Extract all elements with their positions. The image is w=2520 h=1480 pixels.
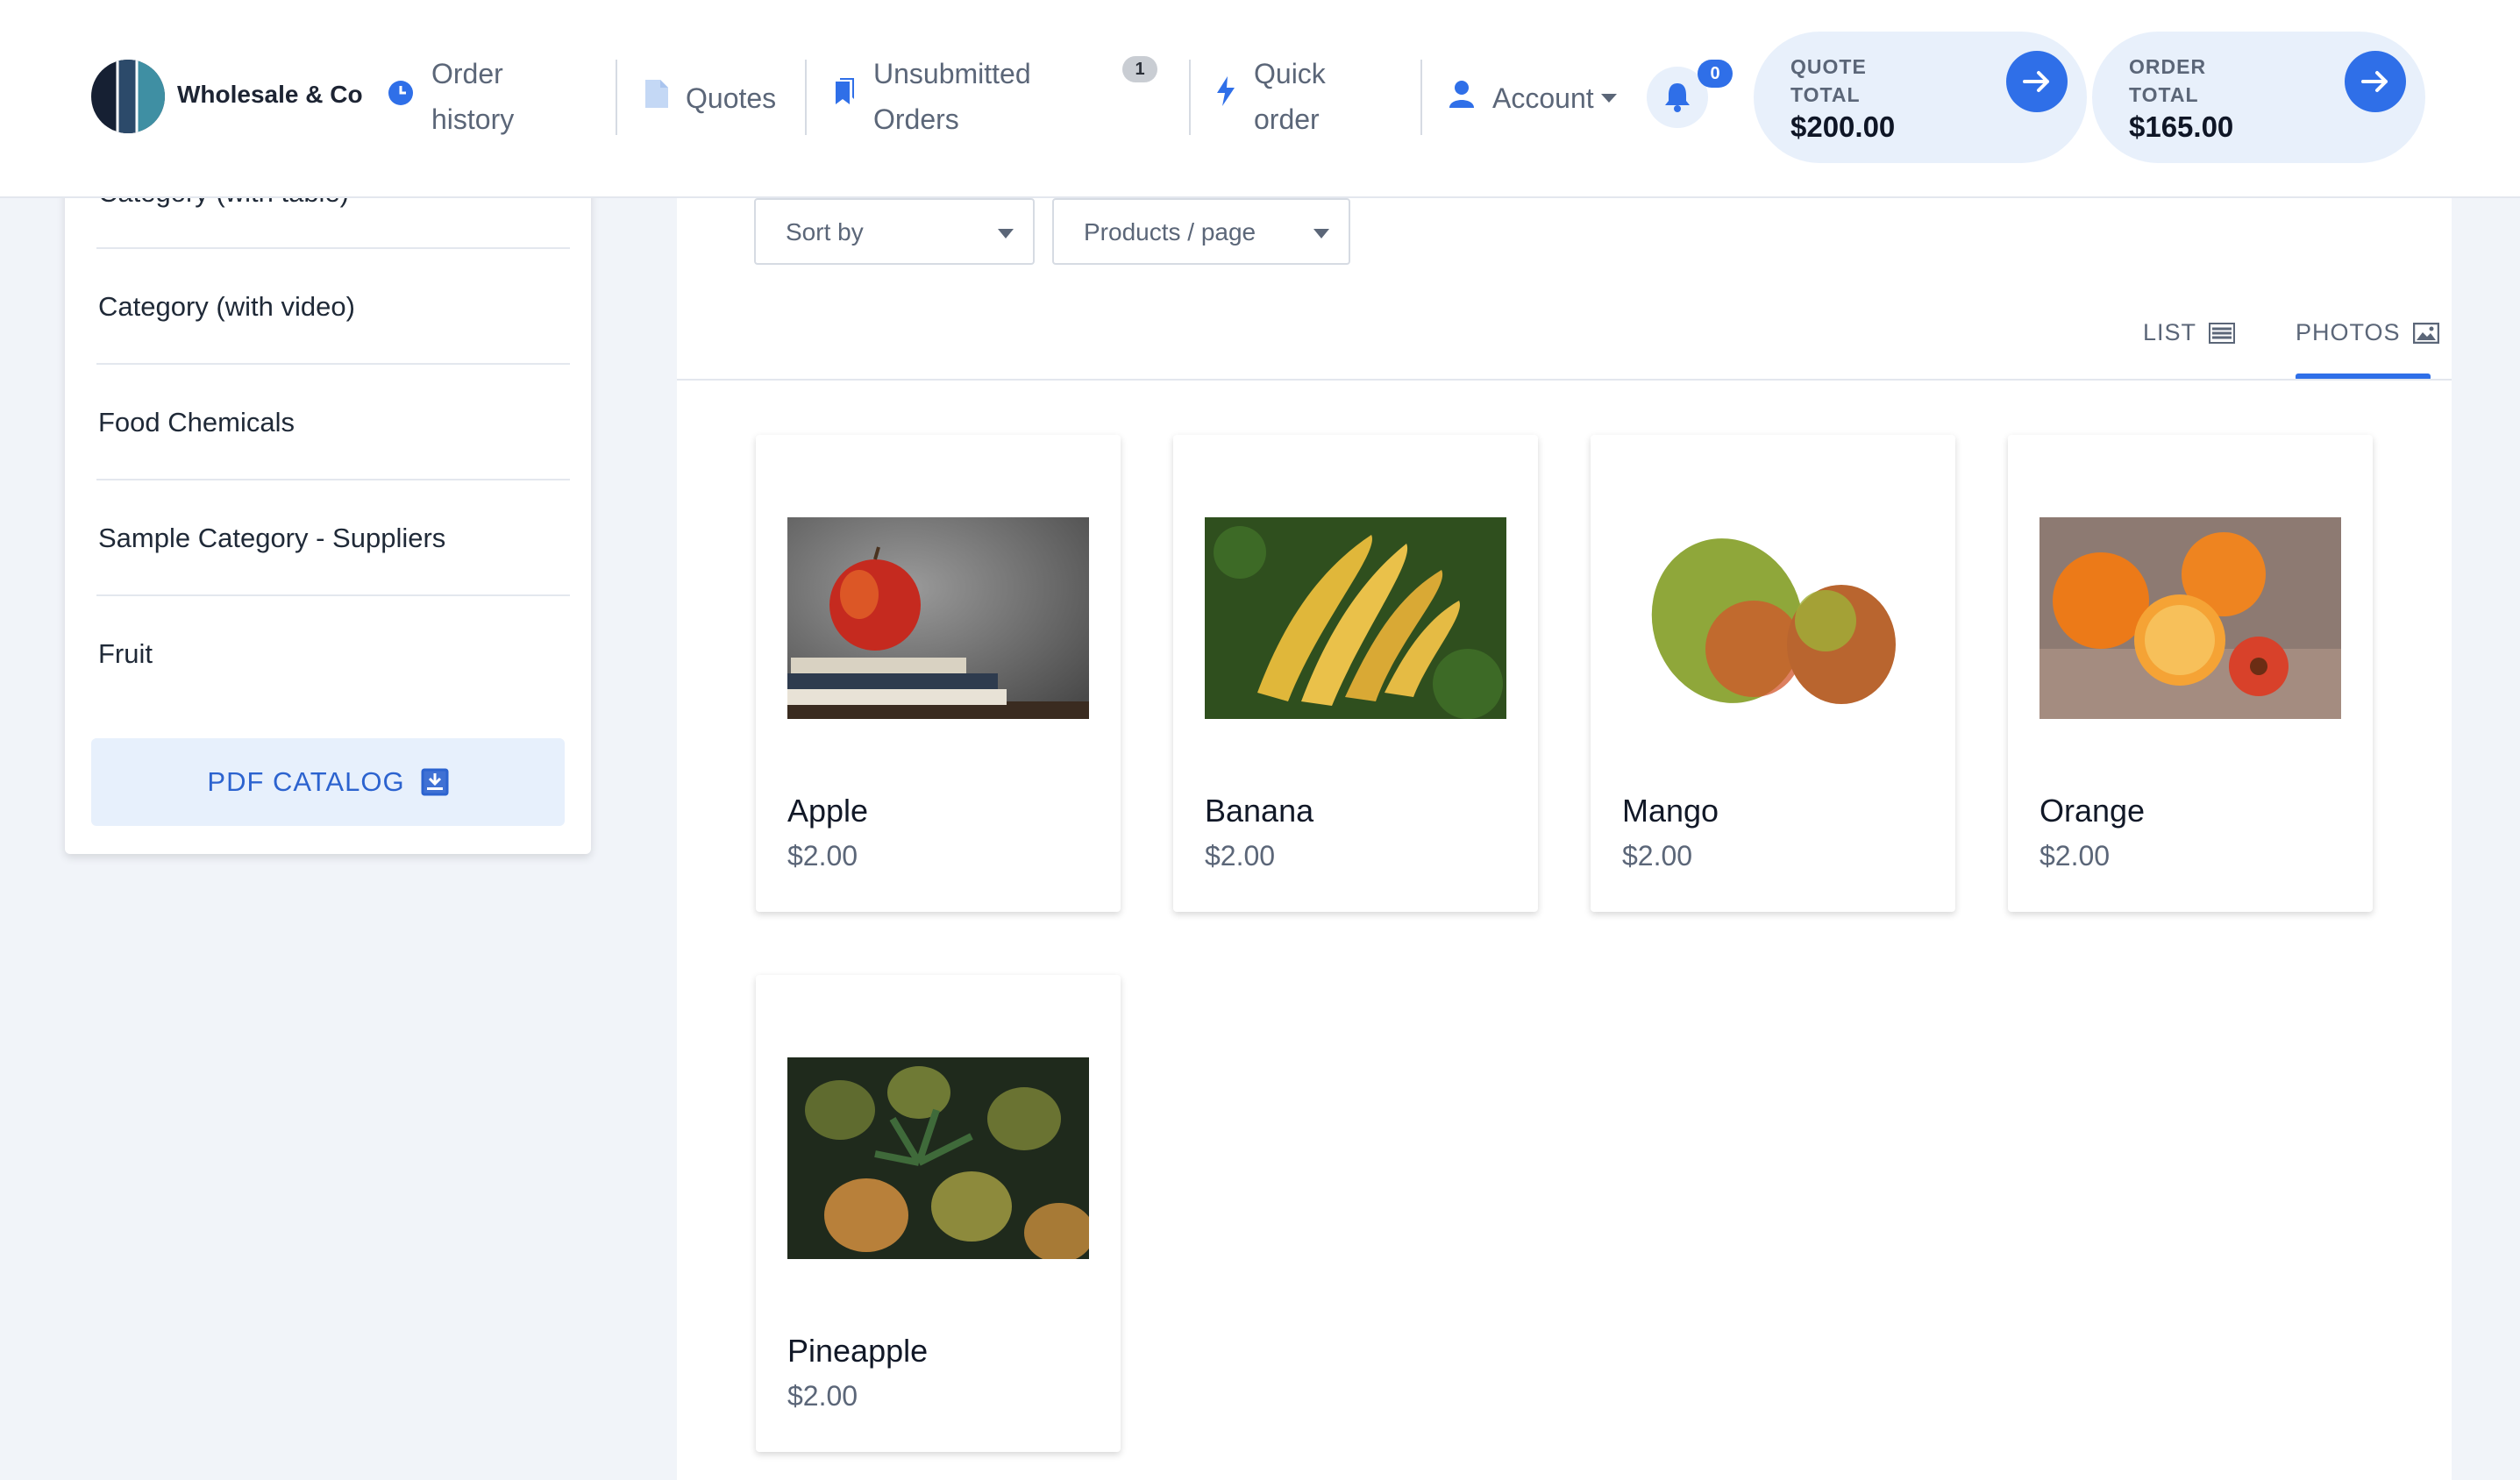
sidebar-item-food-chemicals[interactable]: Food Chemicals bbox=[98, 407, 572, 438]
notifications-count-badge: 0 bbox=[1698, 60, 1733, 88]
tab-list-view[interactable]: LIST bbox=[2143, 319, 2236, 346]
nav-quotes-label: Quotes bbox=[686, 82, 777, 114]
product-name[interactable]: Banana bbox=[1205, 793, 1313, 829]
sidebar-divider bbox=[96, 594, 570, 596]
sidebar-divider bbox=[96, 363, 570, 365]
product-name[interactable]: Pineapple bbox=[787, 1333, 928, 1370]
quote-total-go-button[interactable] bbox=[2006, 51, 2068, 112]
nav-unsubmitted-orders[interactable]: Unsubmitted Orders bbox=[833, 51, 1031, 142]
product-price: $2.00 bbox=[787, 840, 858, 872]
quote-total-amount: $200.00 bbox=[1790, 110, 1896, 143]
product-image-pineapple[interactable] bbox=[787, 1057, 1089, 1259]
sort-by-select[interactable]: Sort by bbox=[754, 198, 1035, 265]
clock-icon bbox=[388, 74, 414, 119]
nav-divider bbox=[1189, 60, 1191, 135]
nav-quick-order[interactable]: Quick order bbox=[1215, 51, 1326, 142]
product-price: $2.00 bbox=[787, 1380, 858, 1412]
caret-down-icon bbox=[998, 229, 1014, 238]
tab-photos-view[interactable]: PHOTOS bbox=[2296, 319, 2439, 346]
order-total-label: ORDER TOTAL bbox=[2129, 55, 2207, 106]
product-image-banana[interactable] bbox=[1205, 517, 1506, 719]
product-card-apple[interactable]: Apple $2.00 bbox=[756, 435, 1121, 912]
product-image-orange[interactable] bbox=[2039, 517, 2341, 719]
caret-down-icon bbox=[1313, 229, 1329, 238]
quote-total-card[interactable]: QUOTE TOTAL $200.00 bbox=[1754, 32, 2087, 163]
category-sidebar: Category (with table) Category (with vid… bbox=[65, 167, 591, 854]
tab-list-label: LIST bbox=[2143, 319, 2197, 345]
list-icon bbox=[2209, 322, 2236, 344]
order-total-amount: $165.00 bbox=[2129, 110, 2234, 143]
tab-photos-label: PHOTOS bbox=[2296, 319, 2401, 345]
product-listing: Sort by Products / page LIST PHOTOS Appl… bbox=[677, 175, 2452, 1480]
product-price: $2.00 bbox=[1205, 840, 1276, 872]
nav-quotes[interactable]: Quotes bbox=[645, 75, 776, 121]
nav-unsubmitted-orders-label: Unsubmitted Orders bbox=[873, 58, 1031, 135]
product-name[interactable]: Mango bbox=[1622, 793, 1719, 829]
product-name[interactable]: Orange bbox=[2039, 793, 2145, 829]
nav-divider bbox=[616, 60, 617, 135]
product-image-mango[interactable] bbox=[1622, 517, 1924, 719]
pdf-catalog-label: PDF CATALOG bbox=[207, 766, 405, 797]
brand-logo[interactable] bbox=[91, 60, 165, 133]
bookmarks-icon bbox=[833, 74, 856, 119]
product-card-orange[interactable]: Orange $2.00 bbox=[2008, 435, 2373, 912]
user-icon bbox=[1449, 75, 1475, 121]
nav-quick-order-label: Quick order bbox=[1254, 58, 1326, 135]
pdf-catalog-button[interactable]: PDF CATALOG bbox=[91, 738, 565, 826]
product-image-apple[interactable] bbox=[787, 517, 1089, 719]
products-per-page-select[interactable]: Products / page bbox=[1052, 198, 1350, 265]
product-price: $2.00 bbox=[2039, 840, 2111, 872]
product-card-pineapple[interactable]: Pineapple $2.00 bbox=[756, 975, 1121, 1452]
unsubmitted-count-badge: 1 bbox=[1122, 56, 1157, 82]
product-name[interactable]: Apple bbox=[787, 793, 868, 829]
nav-account-label: Account bbox=[1492, 82, 1594, 114]
nav-divider bbox=[805, 60, 807, 135]
nav-divider bbox=[1420, 60, 1422, 135]
toolbar-divider bbox=[677, 379, 2452, 381]
nav-account-dropdown[interactable]: Account bbox=[1449, 75, 1617, 121]
lightning-icon bbox=[1215, 74, 1236, 119]
product-price: $2.00 bbox=[1622, 840, 1693, 872]
sidebar-item-category-with-video[interactable]: Category (with video) bbox=[98, 291, 572, 323]
arrow-right-icon bbox=[2361, 71, 2388, 92]
sidebar-item-sample-category-suppliers[interactable]: Sample Category - Suppliers bbox=[98, 523, 572, 554]
sort-by-value: Sort by bbox=[786, 218, 864, 245]
arrow-right-icon bbox=[2023, 71, 2049, 92]
sidebar-divider bbox=[96, 247, 570, 249]
document-icon bbox=[645, 75, 668, 121]
download-icon bbox=[421, 768, 449, 796]
products-per-page-value: Products / page bbox=[1084, 218, 1256, 245]
brand-name[interactable]: Wholesale & Co bbox=[177, 81, 363, 109]
product-card-mango[interactable]: Mango $2.00 bbox=[1591, 435, 1955, 912]
order-total-go-button[interactable] bbox=[2345, 51, 2406, 112]
nav-order-history[interactable]: Order history bbox=[388, 51, 514, 142]
caret-down-icon bbox=[1600, 94, 1617, 103]
order-total-card[interactable]: ORDER TOTAL $165.00 bbox=[2092, 32, 2425, 163]
product-card-banana[interactable]: Banana $2.00 bbox=[1173, 435, 1538, 912]
quote-total-label: QUOTE TOTAL bbox=[1790, 55, 1867, 106]
bell-icon bbox=[1665, 83, 1690, 112]
sidebar-divider bbox=[96, 479, 570, 480]
sidebar-item-fruit[interactable]: Fruit bbox=[98, 638, 572, 670]
image-icon bbox=[2412, 322, 2439, 344]
nav-order-history-label: Order history bbox=[431, 58, 515, 135]
top-header: Wholesale & Co Order history Quotes Unsu… bbox=[0, 0, 2520, 198]
